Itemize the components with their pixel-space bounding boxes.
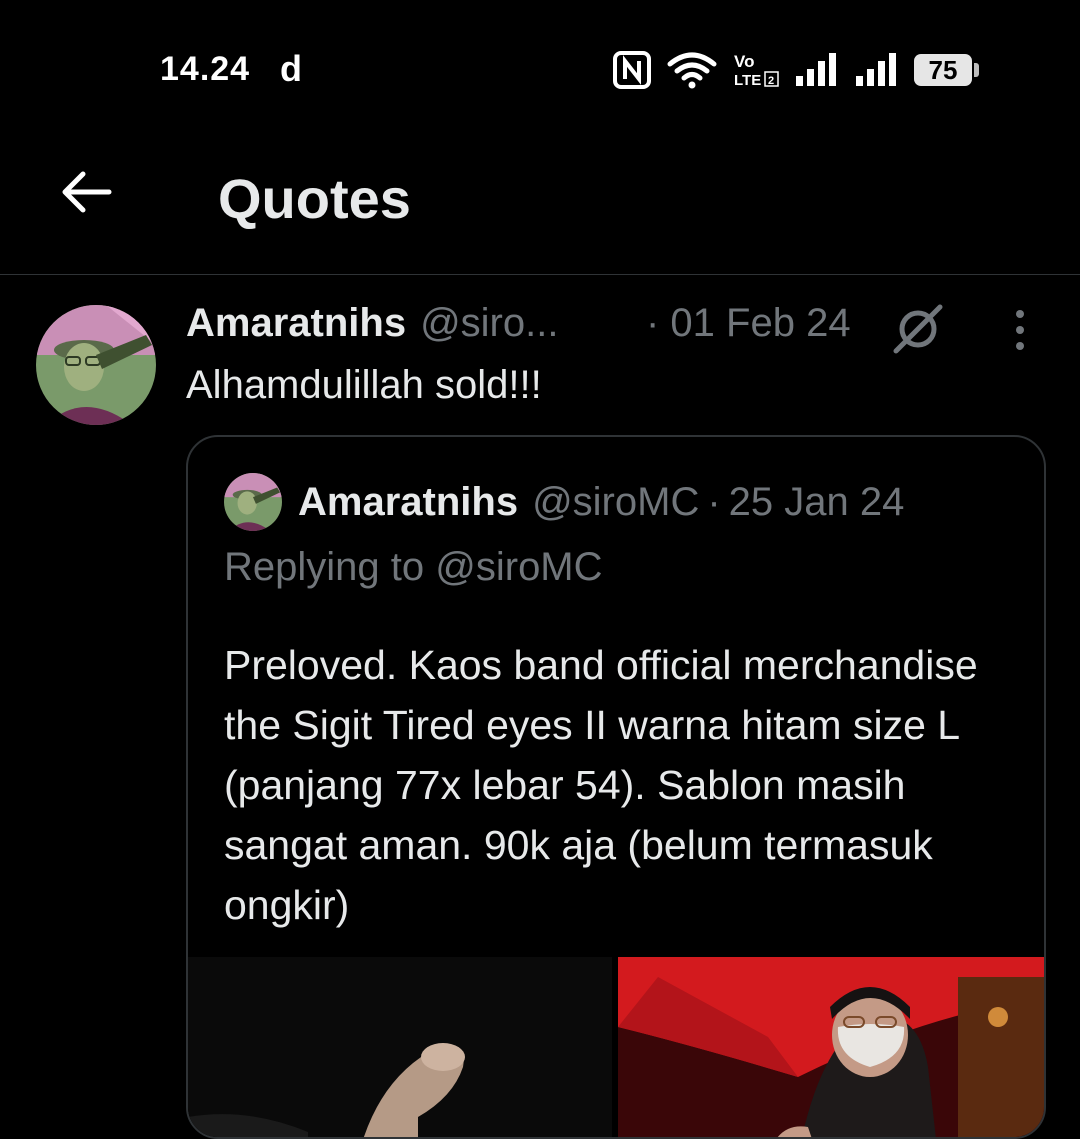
replying-prefix: Replying to	[224, 545, 425, 589]
arrow-left-icon	[59, 170, 113, 219]
tweet-text: Alhamdulillah sold!!!	[186, 363, 542, 407]
battery-indicator: 75	[914, 54, 979, 86]
quoted-header: Amaratnihs @siroMC · 25 Jan 24	[224, 473, 904, 531]
more-options-icon[interactable]	[1000, 305, 1040, 355]
signal-icon	[854, 50, 900, 90]
media-image[interactable]	[188, 957, 612, 1137]
page-title: Quotes	[218, 167, 411, 230]
tweet-date[interactable]: · 01 Feb 24	[646, 301, 851, 346]
status-icons: Vo LTE 2 75	[612, 50, 979, 90]
media-grid	[188, 957, 1044, 1137]
wifi-icon	[666, 50, 718, 90]
tweet-header: Amaratnihs @siro...	[186, 301, 558, 346]
svg-text:Vo: Vo	[734, 52, 754, 71]
separator-dot: ·	[707, 479, 721, 524]
volte-icon: Vo LTE 2	[732, 50, 780, 90]
top-app-bar: Quotes	[0, 140, 1080, 275]
quoted-tweet[interactable]: Amaratnihs @siroMC · 25 Jan 24 Replying …	[186, 435, 1046, 1139]
quoted-date: 25 Jan 24	[728, 479, 905, 524]
quoted-author-handle: @siroMC	[532, 479, 700, 524]
author-name[interactable]: Amaratnihs	[186, 301, 406, 346]
signal-icon	[794, 50, 840, 90]
quoted-author-name: Amaratnihs	[298, 479, 519, 524]
svg-text:2: 2	[768, 75, 774, 87]
status-time: 14.24	[160, 50, 251, 88]
replying-to: Replying to @siroMC	[224, 545, 603, 590]
media-image[interactable]	[618, 957, 1044, 1137]
author-handle[interactable]: @siro...	[420, 301, 558, 346]
tweet[interactable]: Amaratnihs @siro... · 01 Feb 24 Alhamdul…	[0, 275, 1080, 1139]
quoted-text: Preloved. Kaos band official merchandise…	[224, 642, 978, 928]
avatar	[224, 473, 282, 531]
dot	[1016, 310, 1024, 318]
status-carrier-glyph: d	[280, 48, 302, 89]
status-bar: 14.24 d Vo LTE 2 75	[0, 0, 1080, 140]
muted-conversation-icon[interactable]	[890, 303, 946, 360]
nfc-icon	[612, 50, 652, 90]
back-button[interactable]	[56, 164, 116, 224]
avatar[interactable]	[36, 305, 156, 425]
replying-mention: @siroMC	[435, 545, 603, 589]
dot	[1016, 342, 1024, 350]
dot	[1016, 326, 1024, 334]
svg-text:LTE: LTE	[734, 72, 761, 89]
